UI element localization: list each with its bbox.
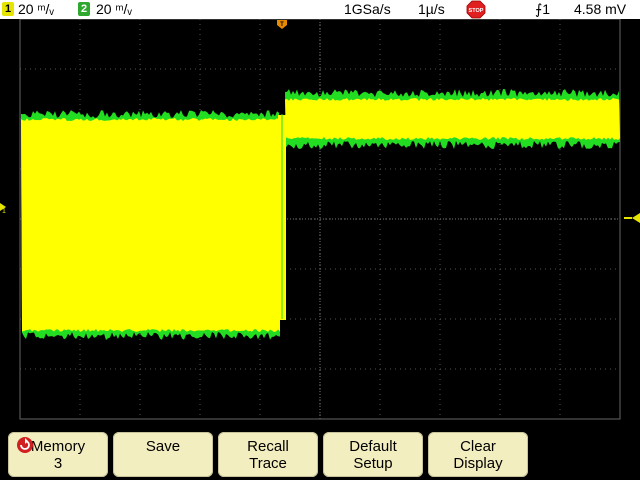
save-softkey-label: Save xyxy=(113,438,213,455)
recall-trace-softkey[interactable]: Recall Trace xyxy=(218,432,318,477)
channel-2-badge[interactable]: 2 xyxy=(78,2,90,16)
recall-softkey-line2: Trace xyxy=(218,455,318,472)
channel-1-scale: 20 ᵐ/ᵥ xyxy=(18,0,54,19)
trigger-level-marker xyxy=(624,213,640,223)
svg-text:1: 1 xyxy=(2,208,6,215)
recall-softkey-line1: Recall xyxy=(218,438,318,455)
noise-band xyxy=(21,118,280,332)
save-softkey[interactable]: Save xyxy=(113,432,213,477)
memory-softkey[interactable]: Memory 3 xyxy=(8,432,108,477)
default-softkey-line2: Setup xyxy=(323,455,423,472)
noise-band xyxy=(285,98,620,140)
graticule: T 1 xyxy=(0,19,640,422)
svg-text:STOP: STOP xyxy=(469,8,484,14)
trigger-level: 4.58 mV xyxy=(574,0,626,19)
status-bar: 1 20 ᵐ/ᵥ 2 20 ᵐ/ᵥ 1GSa/s 1µ/s STOP ⨍1 4.… xyxy=(0,0,640,19)
clear-softkey-line1: Clear xyxy=(428,438,528,455)
default-setup-softkey[interactable]: Default Setup xyxy=(323,432,423,477)
channel-2-scale: 20 ᵐ/ᵥ xyxy=(96,0,132,19)
sample-rate: 1GSa/s xyxy=(344,0,391,19)
time-scale: 1µ/s xyxy=(418,0,445,19)
memory-softkey-value: 3 xyxy=(8,455,108,472)
rotate-icon xyxy=(16,436,34,454)
waveform-display: T 1 xyxy=(0,19,640,422)
ground-reference-marker: 1 xyxy=(0,203,6,215)
clear-display-softkey[interactable]: Clear Display xyxy=(428,432,528,477)
stop-icon[interactable]: STOP xyxy=(466,0,486,19)
clear-softkey-line2: Display xyxy=(428,455,528,472)
trigger-source: ⨍1 xyxy=(535,0,550,19)
default-softkey-line1: Default xyxy=(323,438,423,455)
svg-text:T: T xyxy=(280,22,284,28)
trigger-position-marker: T xyxy=(277,20,287,29)
channel-1-badge[interactable]: 1 xyxy=(2,2,14,16)
softkey-bar: Memory 3 Save Recall Trace Default Setup… xyxy=(0,422,640,480)
